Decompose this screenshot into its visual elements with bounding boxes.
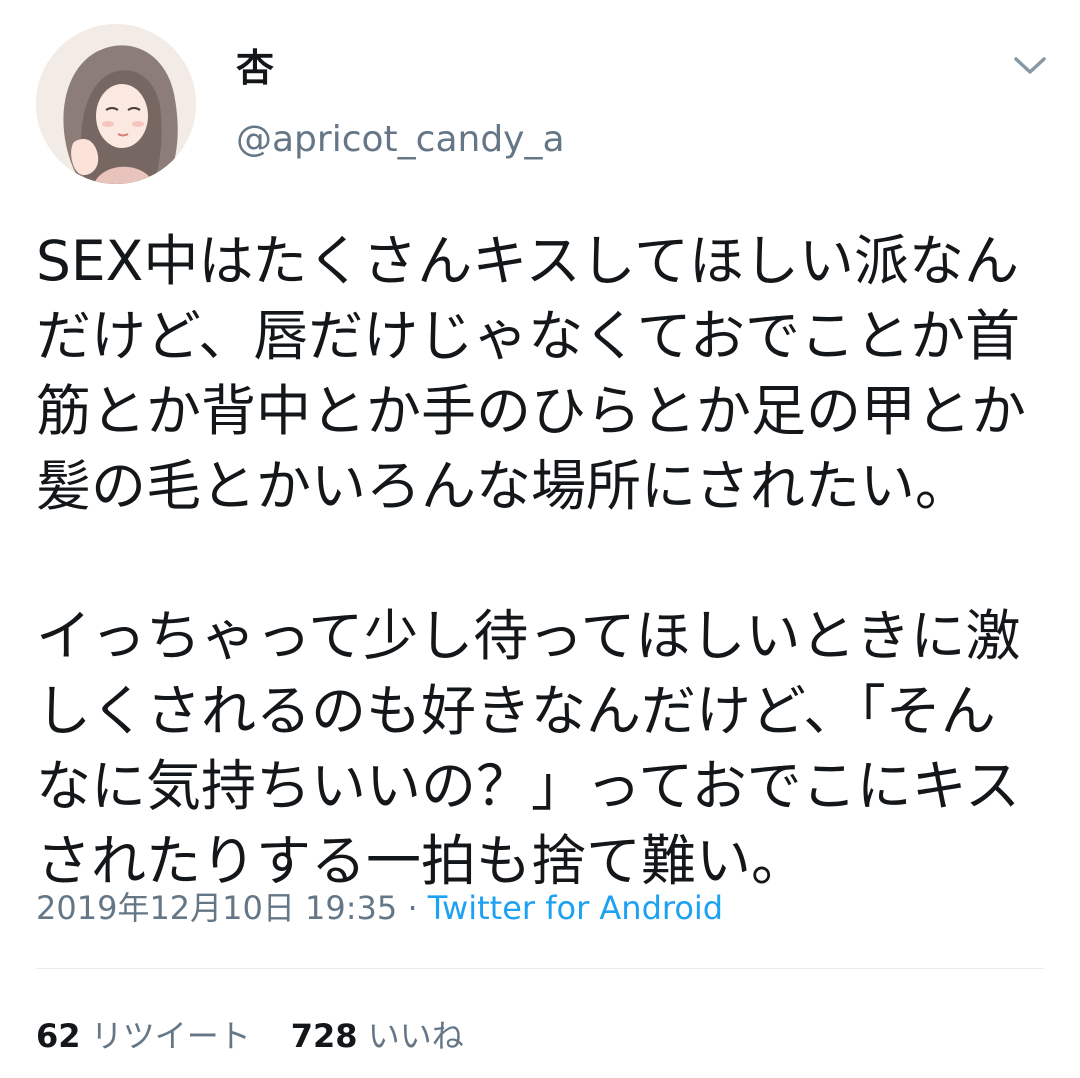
tweet-meta: 2019年12月10日 19:35 · Twitter for Android xyxy=(36,886,723,930)
divider xyxy=(36,968,1044,969)
retweets-stat[interactable]: 62 リツイート xyxy=(36,1017,251,1055)
avatar-illustration xyxy=(36,24,196,184)
tweet-stats: 62 リツイート 728 いいね xyxy=(36,1014,464,1058)
meta-separator: · xyxy=(397,889,428,927)
like-label: いいね xyxy=(367,1017,464,1055)
like-count: 728 xyxy=(290,1017,358,1055)
avatar[interactable] xyxy=(36,24,196,184)
tweet-source-link[interactable]: Twitter for Android xyxy=(428,889,723,927)
tweet-timestamp[interactable]: 2019年12月10日 19:35 xyxy=(36,889,397,927)
retweet-count: 62 xyxy=(36,1017,81,1055)
likes-stat[interactable]: 728 いいね xyxy=(291,1017,464,1055)
display-name[interactable]: 杏 xyxy=(236,44,274,92)
tweet-menu-button[interactable] xyxy=(1008,44,1052,88)
chevron-down-icon xyxy=(1014,57,1046,74)
tweet-text: SEX中はたくさんキスしてほしい派なん だけど、唇だけじゃなくておでことか首 筋… xyxy=(36,229,1027,893)
user-handle[interactable]: @apricot_candy_a xyxy=(236,118,565,162)
retweet-label: リツイート xyxy=(90,1017,251,1055)
